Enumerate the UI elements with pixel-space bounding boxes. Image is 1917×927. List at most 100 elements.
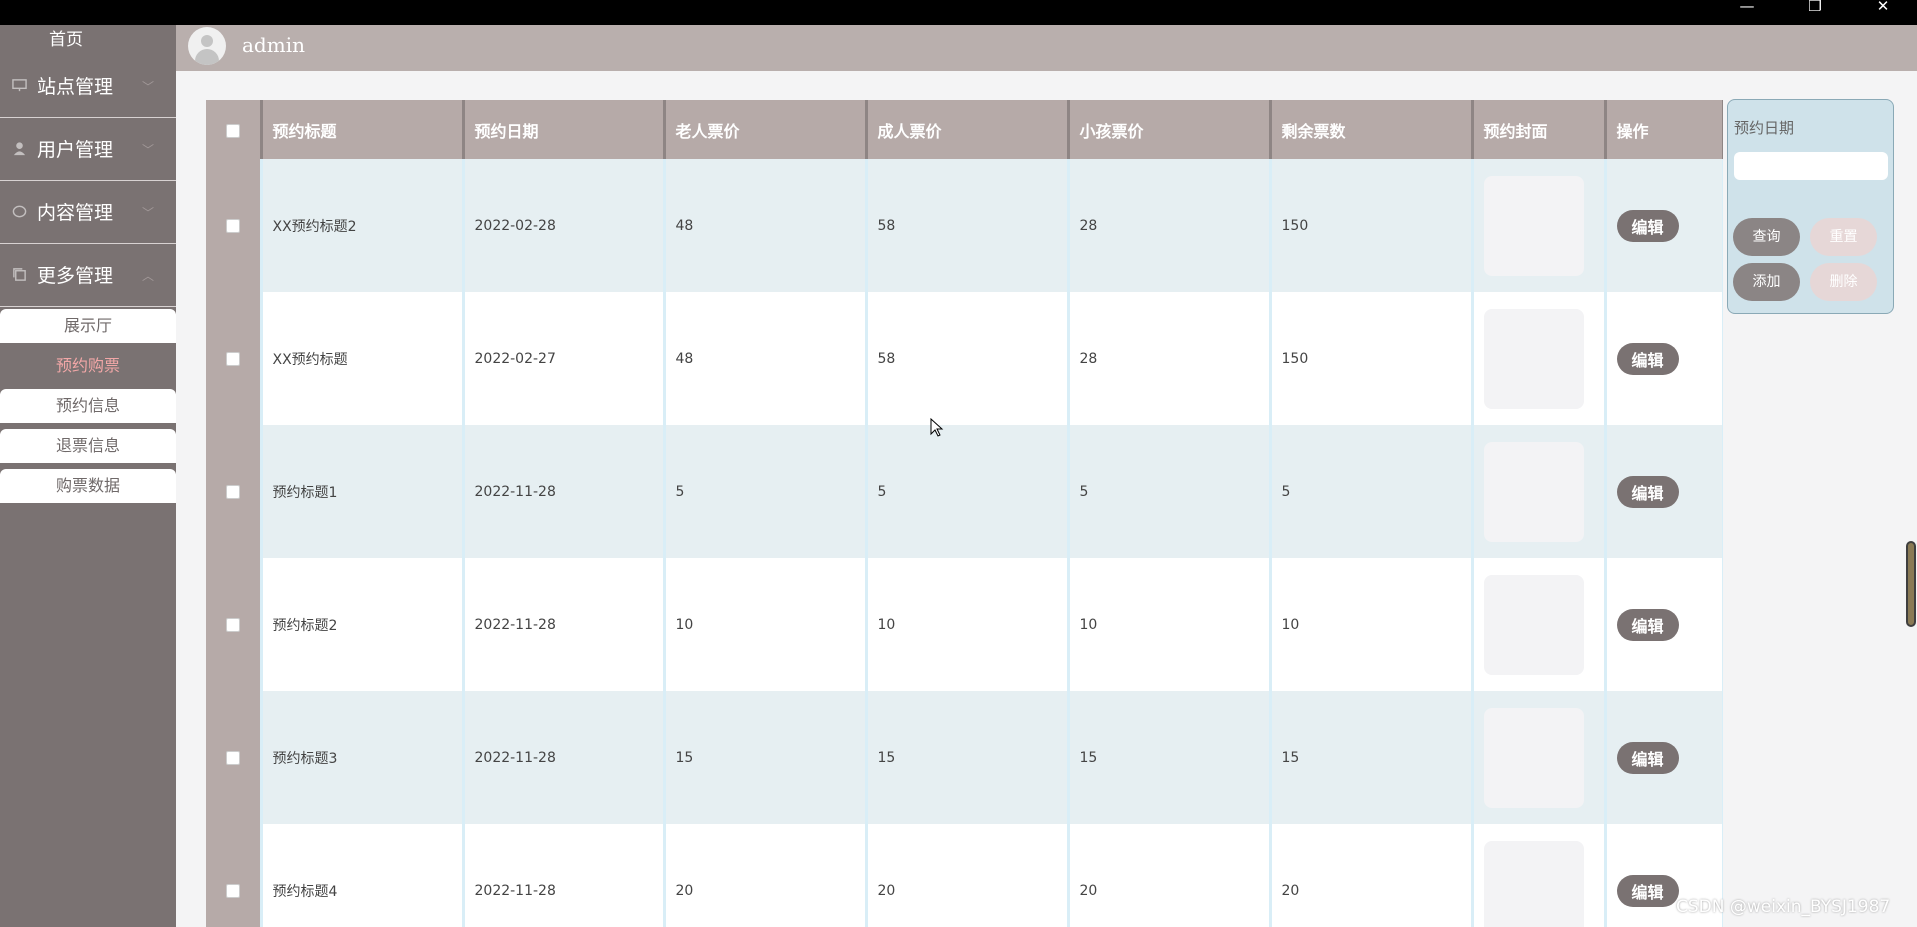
cover-image[interactable] [1483,175,1584,276]
row-checkbox[interactable] [225,351,240,366]
cell-remaining: 15 [1270,691,1474,824]
edit-button[interactable]: 编辑 [1616,209,1679,242]
cell-title: 预约标题3 [261,691,465,824]
row-checkbox[interactable] [225,484,240,499]
cell-adult-price: 10 [866,558,1070,691]
copy-icon [13,268,26,281]
cell-cover [1472,425,1607,558]
cell-cover [1472,824,1607,927]
sidebar-menu-content[interactable]: 内容管理 ﹀ [0,182,176,244]
cell-actions: 编辑 [1605,691,1723,824]
row-checkbox[interactable] [225,617,240,632]
column-header: 预约封面 [1472,100,1607,159]
sidebar-menu-more[interactable]: 更多管理 ︿ [0,245,176,307]
column-header[interactable]: 剩余票数 [1270,100,1474,159]
sidebar-home[interactable]: 首页 [0,25,176,55]
column-header[interactable]: 老人票价 [664,100,868,159]
username: admin [242,33,305,57]
column-header[interactable]: 预约日期 [463,100,666,159]
column-header[interactable]: 小孩票价 [1068,100,1272,159]
cell-elder-price: 48 [664,159,868,292]
edit-button[interactable]: 编辑 [1616,475,1679,508]
edit-button[interactable]: 编辑 [1616,874,1679,907]
sidebar-menu-label: 用户管理 [37,139,114,161]
select-all-checkbox[interactable] [225,123,240,138]
add-button[interactable]: 添加 [1733,263,1800,301]
avatar[interactable] [188,27,226,65]
close-button[interactable]: ✕ [1863,0,1903,14]
top-header: admin [176,25,1917,71]
cover-image[interactable] [1483,840,1584,927]
row-checkbox[interactable] [225,750,240,765]
row-checkbox[interactable] [225,218,240,233]
cell-elder-price: 5 [664,425,868,558]
sidebar-item-exhibition[interactable]: 展示厅 [0,309,176,343]
cell-child-price: 28 [1068,292,1272,425]
table-row[interactable]: 预约标题2 2022-11-28 10 10 10 10 编辑 [206,558,1723,691]
cell-elder-price: 20 [664,824,868,927]
cell-date: 2022-11-28 [463,558,666,691]
edit-button[interactable]: 编辑 [1616,741,1679,774]
cell-child-price: 5 [1068,425,1272,558]
minimize-button[interactable]: — [1727,0,1767,14]
user-icon [13,142,26,156]
chat-icon [12,205,27,218]
table-row[interactable]: 预约标题3 2022-11-28 15 15 15 15 编辑 [206,691,1723,824]
chevron-down-icon: ﹀ [141,143,154,157]
cell-actions: 编辑 [1605,558,1723,691]
table-row[interactable]: XX预约标题2 2022-02-28 48 58 28 150 编辑 [206,159,1723,292]
watermark: CSDN @weixin_BYSJ1987 [1676,897,1891,917]
cell-remaining: 150 [1270,159,1474,292]
sidebar: 首页 站点管理 ﹀ 用户管理 ﹀ 内容管理 ﹀ 更多管理 ︿ 展示厅 预约购票 … [0,25,176,927]
cell-title: 预约标题1 [261,425,465,558]
row-select-cell [206,824,263,927]
sidebar-menu-site[interactable]: 站点管理 ﹀ [0,56,176,118]
row-checkbox[interactable] [225,883,240,898]
cover-image[interactable] [1483,707,1584,808]
sidebar-item-purchase-data[interactable]: 购票数据 [0,469,176,503]
chevron-up-icon: ︿ [141,269,154,283]
row-select-cell [206,292,263,425]
table-row[interactable]: 预约标题1 2022-11-28 5 5 5 5 编辑 [206,425,1723,558]
cover-image[interactable] [1483,441,1584,542]
query-button[interactable]: 查询 [1733,218,1800,256]
vertical-scrollbar[interactable] [1906,541,1916,627]
sidebar-item-refund-info[interactable]: 退票信息 [0,429,176,463]
column-header[interactable]: 成人票价 [866,100,1070,159]
cell-cover [1472,691,1607,824]
cover-image[interactable] [1483,574,1584,675]
chevron-down-icon: ﹀ [141,80,154,94]
cell-adult-price: 5 [866,425,1070,558]
cell-date: 2022-11-28 [463,824,666,927]
cell-adult-price: 58 [866,159,1070,292]
cell-date: 2022-02-27 [463,292,666,425]
cell-date: 2022-11-28 [463,425,666,558]
date-filter-input[interactable] [1734,152,1888,180]
sidebar-item-ticket-booking[interactable]: 预约购票 [0,349,176,383]
cell-adult-price: 58 [866,292,1070,425]
cell-elder-price: 15 [664,691,868,824]
restore-button[interactable]: ❐ [1795,0,1835,14]
cell-child-price: 10 [1068,558,1272,691]
cell-actions: 编辑 [1605,159,1723,292]
table-row[interactable]: 预约标题4 2022-11-28 20 20 20 20 编辑 [206,824,1723,927]
select-all-cell [206,100,263,159]
reset-button[interactable]: 重置 [1810,218,1877,256]
cover-image[interactable] [1483,308,1584,409]
search-panel: 预约日期 查询 重置 添加 删除 [1727,99,1894,314]
cell-title: 预约标题4 [261,824,465,927]
table-row[interactable]: XX预约标题 2022-02-27 48 58 28 150 编辑 [206,292,1723,425]
cell-remaining: 150 [1270,292,1474,425]
sidebar-menu-user[interactable]: 用户管理 ﹀ [0,119,176,181]
edit-button[interactable]: 编辑 [1616,608,1679,641]
delete-button[interactable]: 删除 [1810,263,1877,301]
row-select-cell [206,691,263,824]
column-header[interactable]: 预约标题 [261,100,465,159]
cell-date: 2022-11-28 [463,691,666,824]
cell-elder-price: 48 [664,292,868,425]
cell-child-price: 28 [1068,159,1272,292]
sidebar-item-booking-info[interactable]: 预约信息 [0,389,176,423]
cell-actions: 编辑 [1605,425,1723,558]
edit-button[interactable]: 编辑 [1616,342,1679,375]
row-select-cell [206,159,263,292]
